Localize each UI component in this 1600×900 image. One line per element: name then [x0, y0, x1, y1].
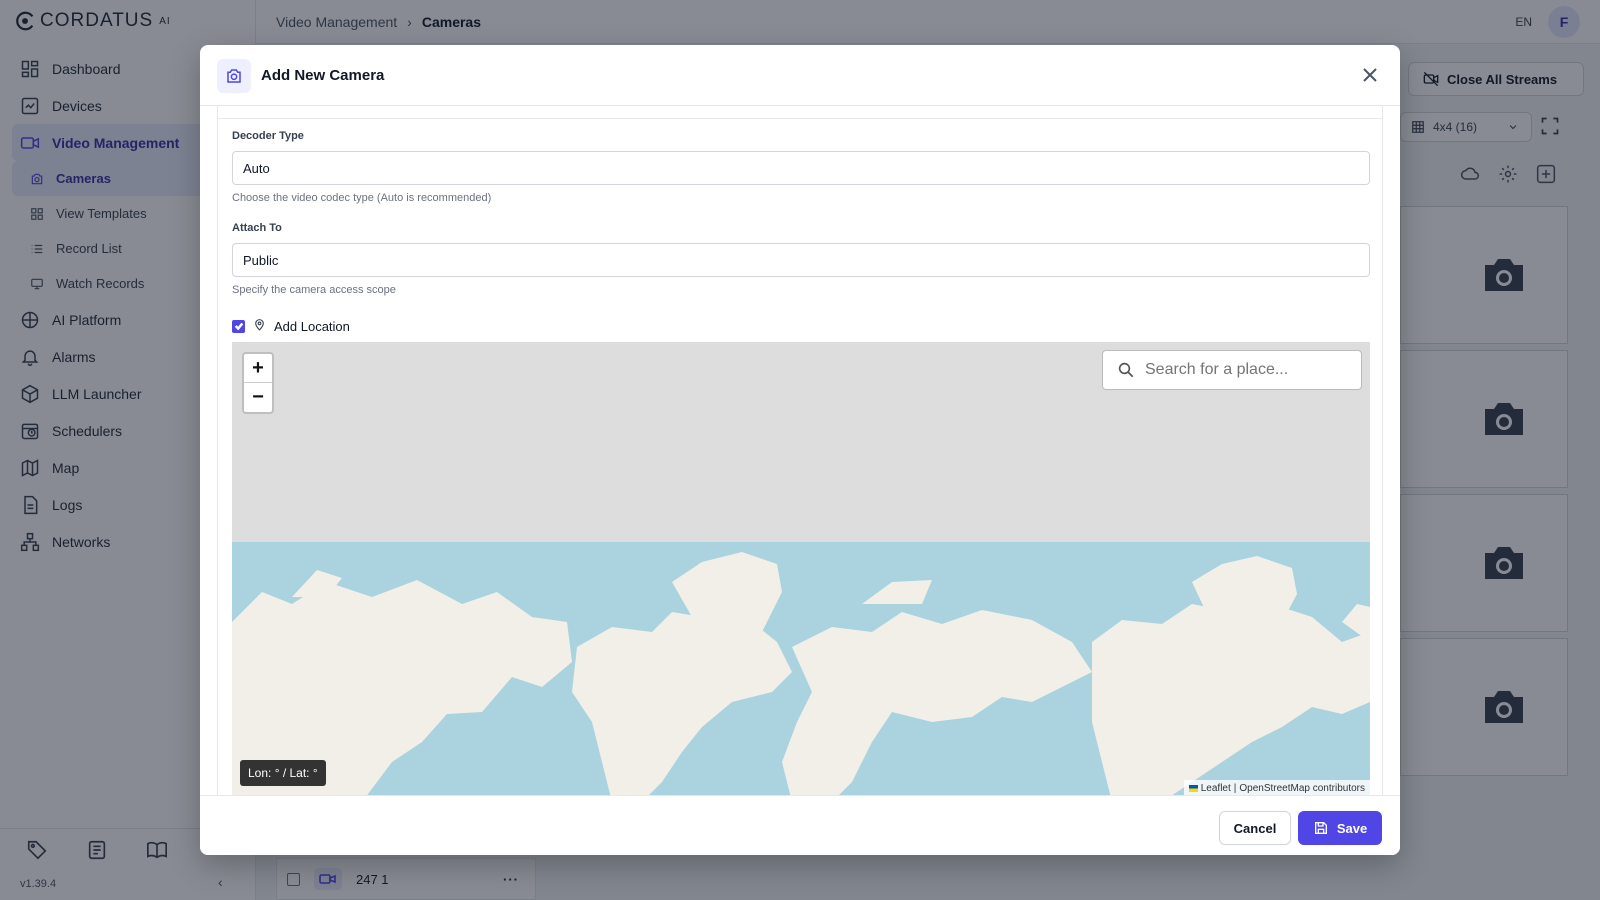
map-search-placeholder: Search for a place...: [1145, 361, 1289, 378]
attribution-osm[interactable]: OpenStreetMap contributors: [1239, 783, 1365, 794]
flag-icon: [1188, 784, 1198, 792]
decoder-type-value: Auto: [243, 160, 270, 176]
modal-header-icon: [217, 59, 251, 93]
cancel-button[interactable]: Cancel: [1219, 811, 1291, 845]
divider: [218, 118, 1382, 119]
close-icon: [1363, 68, 1377, 82]
add-location-row[interactable]: Add Location: [232, 318, 350, 334]
check-icon: [234, 322, 243, 331]
attribution-separator: |: [1233, 782, 1237, 794]
add-location-checkbox[interactable]: [232, 319, 245, 333]
map-attribution: Leaflet | OpenStreetMap contributors: [1183, 780, 1370, 796]
map-zoom-control: + −: [242, 352, 274, 414]
add-camera-modal: Add New Camera Decoder Type Auto Choose …: [200, 45, 1400, 855]
save-button[interactable]: Save: [1298, 811, 1382, 845]
decoder-type-hint: Choose the video codec type (Auto is rec…: [232, 192, 492, 204]
modal-title: Add New Camera: [261, 67, 385, 84]
search-icon: [1118, 362, 1134, 378]
save-label: Save: [1336, 820, 1368, 836]
attach-to-label: Attach To: [232, 222, 282, 234]
save-icon: [1314, 822, 1327, 834]
zoom-out-button[interactable]: −: [244, 383, 272, 412]
map-tiles[interactable]: [232, 342, 1370, 796]
attach-to-hint: Specify the camera access scope: [232, 284, 396, 296]
add-location-label: Add Location: [274, 318, 350, 334]
modal-footer: Cancel Save: [200, 795, 1400, 855]
location-pin-icon: [253, 318, 266, 334]
location-map[interactable]: + − Search for a place... Lon: ° / Lat: …: [232, 342, 1370, 796]
decoder-type-select[interactable]: Auto: [232, 151, 1370, 185]
attach-to-value: Public: [243, 252, 279, 268]
map-coordinates: Lon: ° / Lat: °: [240, 760, 326, 786]
modal-body[interactable]: Decoder Type Auto Choose the video codec…: [217, 106, 1383, 796]
attribution-leaflet[interactable]: Leaflet: [1201, 783, 1231, 794]
attach-to-select[interactable]: Public: [232, 243, 1370, 277]
camera-icon: [227, 69, 241, 83]
decoder-type-label: Decoder Type: [232, 130, 304, 142]
modal-close-button[interactable]: [1358, 63, 1382, 87]
modal-header: Add New Camera: [200, 45, 1400, 106]
map-search-input[interactable]: Search for a place...: [1102, 350, 1362, 390]
zoom-in-button[interactable]: +: [244, 354, 272, 383]
